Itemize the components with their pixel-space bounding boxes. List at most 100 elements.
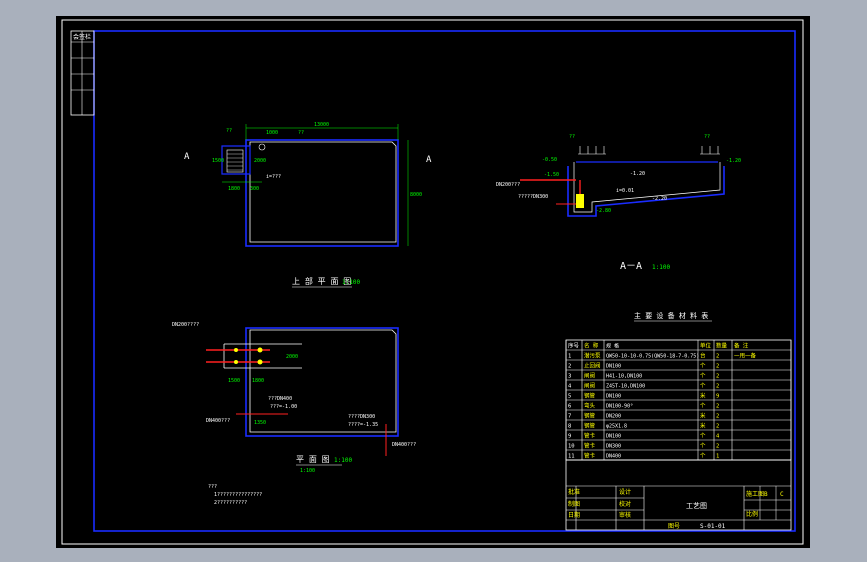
equipment-table-cell: 2 [716, 384, 719, 390]
notes-line-1: 1??????????????? [214, 492, 262, 498]
section-level-2: -1.50 [544, 172, 559, 178]
equipment-table-cell: H41-10,DN100 [606, 374, 642, 380]
section-a-a-view: ?? ?? -0.50 -1.50 -2.80 -1.20 DN200??? ?… [496, 134, 741, 272]
inner-frame [93, 30, 796, 532]
top-plan-dim-height-inner: 1500 [212, 158, 224, 164]
equipment-table-cell: DN100 [606, 434, 621, 440]
lower-plan-title: 平 面 图 [296, 455, 330, 464]
title-check: 校对 [619, 500, 631, 508]
top-plan-section-left: A [184, 152, 190, 162]
equipment-table-header-cell: 数量 [716, 342, 728, 350]
equipment-table-cell: 个 [700, 363, 706, 370]
lower-plan-note1: ???DN400 [268, 396, 292, 402]
top-plan-dim-height: 8000 [410, 192, 422, 198]
outer-frame [61, 19, 804, 545]
equipment-table-cell: 钢管 [584, 412, 596, 420]
equipment-table-cell: 钢管 [584, 392, 596, 400]
lower-plan-dim-1350: 1350 [254, 420, 266, 426]
equipment-table-cell: 个 [700, 453, 706, 460]
lower-plan-scale-sub: 1:100 [300, 468, 315, 474]
section-title: A－A [620, 261, 642, 272]
lower-plan-view: DN200???? DN400??? DN400??? ???DN400 ???… [172, 322, 416, 506]
lower-plan-scale: 1:100 [334, 457, 352, 464]
equipment-table-cell: 3 [568, 374, 571, 380]
equipment-table-cell: DN300 [606, 444, 621, 450]
drawing-canvas: 会签栏 13000 8000 1800 300 1500 2000 1000 ?… [61, 19, 804, 545]
lower-plan-note3: ????DN300 [348, 414, 375, 420]
section-water: -1.20 [630, 171, 645, 177]
equipment-table-cell: 管卡 [584, 442, 596, 450]
top-plan-scale: 1:100 [342, 279, 360, 286]
equipment-table-cell: DN400 [606, 454, 621, 460]
equipment-table-cell: 4 [716, 434, 720, 440]
equipment-table-cell: 1 [716, 454, 719, 460]
equipment-table-cell: 米 [700, 392, 706, 400]
section-scale: 1:100 [652, 264, 670, 271]
equipment-table-cell: 2 [716, 414, 719, 420]
equipment-table-cell: 11 [568, 454, 575, 460]
equipment-table-cell: 2 [716, 354, 719, 360]
title-cell-c: C [780, 491, 784, 498]
lower-plan-inlet: DN400??? [206, 418, 230, 424]
equipment-table-header-cell: 单位 [700, 342, 712, 350]
equipment-table-cell: 闸阀 [584, 382, 595, 390]
title-draw: 制图 [568, 500, 580, 508]
notes-title: ??? [208, 484, 217, 490]
section-bottom: -2.20 [652, 196, 667, 202]
section-level-4: -1.20 [726, 158, 741, 164]
equipment-table-cell: 米 [700, 412, 706, 420]
equipment-table: 主 要 设 备 材 料 表 序号名 称规 格 单位 数量备 注 1 潜污泵 QW50-10… [565, 311, 792, 461]
equipment-table-cell: DN100-90° [606, 404, 633, 410]
equipment-table-cell: 个 [700, 433, 706, 440]
equipment-table-cell: 台 [700, 352, 706, 360]
equipment-table-cell: 1 [568, 354, 571, 360]
top-plan-dim-inner-v: 2000 [254, 158, 266, 164]
notes-line-2: 2?????????? [214, 500, 247, 506]
revision-strip-header: 会签栏 [73, 33, 91, 41]
equipment-table-cell: QW50-10-10-0.75(QW50-18-7-0.75) [606, 354, 699, 360]
equipment-table-cell: 管卡 [584, 432, 596, 440]
equipment-table-cell: 6 [568, 404, 571, 410]
equipment-table-cell: 2 [716, 374, 719, 380]
title-stage: 施工图 [746, 490, 764, 498]
title-project: 工艺图 [686, 502, 707, 510]
title-approve: 批准 [568, 488, 580, 496]
equipment-table-cell: DN100 [606, 394, 621, 400]
lower-plan-dim-2000: 2000 [286, 354, 298, 360]
equipment-table-header-cell: 名 称 [584, 342, 599, 350]
equipment-table-cell: 个 [700, 373, 706, 380]
equipment-table-cell: 个 [700, 443, 706, 450]
top-plan-label-slope: i=??? [266, 174, 281, 180]
cad-viewport[interactable]: 会签栏 13000 8000 1800 300 1500 2000 1000 ?… [56, 16, 810, 548]
equipment-table-cell: 米 [700, 422, 706, 430]
top-plan-dim-width: 13000 [314, 122, 329, 128]
equipment-table-cell: 弯头 [584, 402, 596, 410]
lower-plan-dim-1800: 1800 [252, 378, 264, 384]
equipment-table-cell: Z45T-10,DN100 [606, 384, 645, 390]
section-pipe-in: DN200??? [496, 182, 520, 188]
equipment-table-cell: 2 [716, 424, 719, 430]
top-plan-view: 13000 8000 1800 300 1500 2000 1000 ?? ??… [184, 122, 432, 288]
section-rail-left: ?? [569, 134, 575, 140]
title-figno-label: 图号 [668, 523, 680, 530]
title-drawing-no: S-01-01 [700, 523, 726, 530]
equipment-table-header-cell: 序号 [568, 342, 580, 350]
equipment-table-cell: 止回阀 [584, 362, 601, 370]
equipment-table-header-cell: 备 注 [734, 342, 749, 350]
lower-plan-note4: ????=-1.35 [348, 422, 378, 428]
title-cell-b: B [764, 491, 768, 498]
equipment-table-cell: 2 [716, 364, 719, 370]
equipment-table-cell: DN200 [606, 414, 621, 420]
equipment-table-cell: 2 [568, 364, 571, 370]
top-plan-section-right: A [426, 155, 432, 165]
lower-plan-pump: DN200???? [172, 322, 199, 328]
equipment-table-cell: 2 [716, 404, 719, 410]
equipment-table-cell: 4 [568, 384, 572, 390]
equipment-table-cell: 2 [716, 444, 719, 450]
equipment-table-cell: 9 [568, 434, 571, 440]
title-block: 设计 校对 审核 批准 制图 日期 工艺图 图号 S-01-01 施工图 比例 … [565, 459, 792, 531]
top-plan-dim-upper: 1000 [266, 130, 278, 136]
top-plan-label-top: ?? [298, 130, 304, 136]
equipment-table-cell: DN100 [606, 364, 621, 370]
equipment-table-cell: 9 [716, 394, 719, 400]
